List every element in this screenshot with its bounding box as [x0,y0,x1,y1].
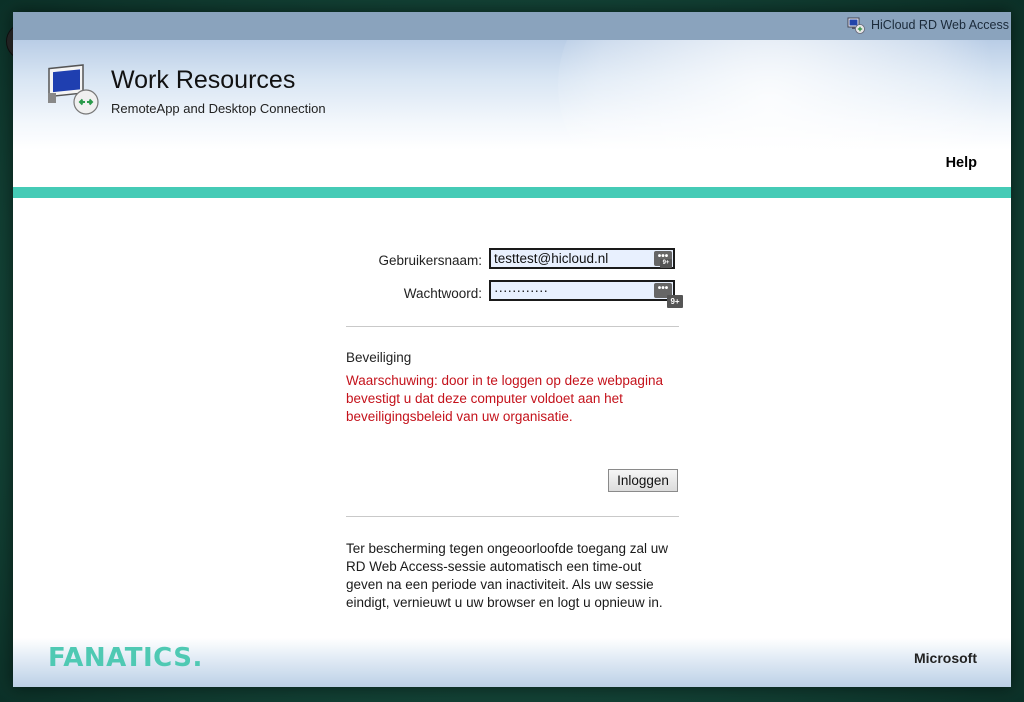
globe-graphic [558,40,1011,150]
rdweb-icon [847,17,865,34]
pm-badge: 9+ [660,259,672,268]
browser-window: HiCloud RD Web Access Work Resources Rem… [13,12,1011,687]
username-input[interactable] [491,250,654,267]
timeout-notice: Ter bescherming tegen ongeoorloofde toeg… [346,541,668,610]
divider [346,516,679,517]
username-label: Gebruikersnaam: [378,253,482,268]
microsoft-logo: Microsoft [914,650,977,666]
username-field-frame: ••• [489,248,675,269]
title-bar: HiCloud RD Web Access [13,12,1011,40]
page-subtitle: RemoteApp and Desktop Connection [111,101,326,116]
fanatics-logo: FANATICS. [48,643,203,673]
password-field-frame: ••• [489,280,675,301]
window-title: HiCloud RD Web Access [871,18,1010,32]
password-input[interactable] [491,282,654,299]
footer: FANATICS. Microsoft [13,638,1011,687]
accent-bar [13,187,1011,198]
nav-bar: Help [13,150,1011,186]
help-link[interactable]: Help [946,155,977,171]
pm-badge: 9+ [667,295,683,308]
password-label: Wachtwoord: [403,286,482,301]
divider [346,326,679,327]
security-warning: Waarschuwing: door in te loggen op deze … [346,373,663,424]
pm-icon-dots: ••• [657,283,669,294]
remote-desktop-icon [48,64,99,115]
login-form: Gebruikersnaam: ••• 9+ Wachtwoord: ••• 9… [13,198,1011,638]
page-title: Work Resources [111,66,296,94]
header-banner: Work Resources RemoteApp and Desktop Con… [13,40,1011,150]
login-button[interactable]: Inloggen [608,469,678,492]
security-heading: Beveiliging [346,350,412,365]
